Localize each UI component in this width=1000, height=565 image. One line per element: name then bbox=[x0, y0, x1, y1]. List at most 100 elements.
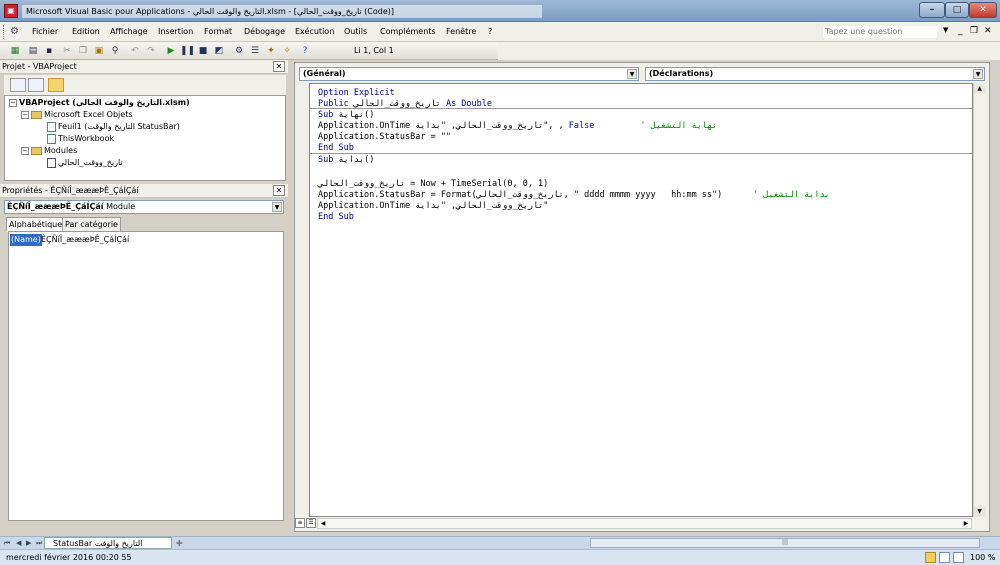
procedure-combo[interactable]: (Déclarations) ▼ bbox=[645, 67, 985, 81]
menu-grip[interactable] bbox=[3, 25, 6, 39]
paste-icon[interactable]: ▣ bbox=[92, 44, 106, 58]
code-line[interactable]: Sub بداية() bbox=[318, 155, 374, 166]
mdi-restore-button[interactable]: ❐ bbox=[970, 25, 978, 37]
sheet-tab[interactable]: StatusBar التاريخ والوقت bbox=[44, 537, 172, 549]
vba-menu-icon[interactable]: ⚙ bbox=[10, 25, 26, 39]
ask-dropdown-icon[interactable]: ▼ bbox=[943, 26, 948, 34]
menu-affichage[interactable]: Affichage bbox=[110, 26, 148, 38]
procedure-view-button[interactable]: ≡ bbox=[295, 518, 305, 528]
design-mode-icon[interactable]: ◩ bbox=[212, 44, 226, 58]
mdi-close-button[interactable]: ✕ bbox=[984, 25, 992, 37]
scroll-down-icon[interactable]: ▼ bbox=[974, 506, 985, 517]
chevron-down-icon[interactable]: ▼ bbox=[272, 202, 282, 212]
menu-debogage[interactable]: Débogage bbox=[244, 26, 285, 38]
properties-icon[interactable]: ☰ bbox=[248, 44, 262, 58]
menu-outils[interactable]: Outils bbox=[344, 26, 367, 38]
code-line[interactable]: Application.OnTime تاريخ_ووقت_الحالي, "ب… bbox=[318, 121, 717, 132]
sheet-horizontal-scrollbar[interactable]: ||| bbox=[590, 538, 980, 548]
code-editor[interactable]: Option Explicit Public تاريخ_ووقت_الحالي … bbox=[309, 83, 973, 517]
save-icon[interactable]: ▪ bbox=[42, 44, 56, 58]
project-explorer-icon[interactable]: ⚙ bbox=[232, 44, 246, 58]
find-icon[interactable]: ⚲ bbox=[108, 44, 122, 58]
redo-icon[interactable]: ↷ bbox=[144, 44, 158, 58]
object-selector[interactable]: ÊÇÑíÎ_æææÞÊ_ÇáÍÇáí Module ▼ bbox=[4, 200, 284, 214]
mdi-minimize-button[interactable]: _ bbox=[958, 25, 963, 37]
cut-icon[interactable]: ✂ bbox=[60, 44, 74, 58]
toggle-folders-button[interactable] bbox=[48, 78, 64, 92]
vba-app-icon[interactable]: ▣ bbox=[4, 4, 18, 18]
pause-icon[interactable]: ❚❚ bbox=[180, 44, 195, 58]
chevron-down-icon[interactable]: ▼ bbox=[973, 69, 983, 79]
properties-close-button[interactable]: ✕ bbox=[273, 185, 285, 196]
first-sheet-icon[interactable]: ⏮ bbox=[4, 538, 10, 549]
code-line[interactable]: Application.OnTime تاريخ_ووقت_الحالي, "ب… bbox=[318, 201, 548, 212]
code-line[interactable]: تاريخ_ووقت_الحالي = Now + TimeSerial(0, … bbox=[318, 179, 548, 190]
menu-insertion[interactable]: Insertion bbox=[158, 26, 193, 38]
code-text: تاريخ_ووقت_الحالي bbox=[353, 99, 441, 109]
help-icon[interactable]: ? bbox=[298, 44, 312, 58]
menu-format[interactable]: Format bbox=[204, 26, 232, 38]
page-layout-view-icon[interactable] bbox=[939, 552, 950, 563]
menu-execution[interactable]: Exécution bbox=[295, 26, 334, 38]
tab-par-categorie[interactable]: Par catégorie bbox=[62, 217, 121, 232]
menu-help[interactable]: ? bbox=[488, 26, 492, 38]
run-icon[interactable]: ▶ bbox=[164, 44, 178, 58]
code-line[interactable]: End Sub bbox=[318, 143, 354, 154]
tree-item-module[interactable]: تاريخ_ووقت_الحالي bbox=[47, 157, 123, 169]
menu-complements[interactable]: Compléments bbox=[380, 26, 436, 38]
tab-alphabetique[interactable]: Alphabétique bbox=[6, 217, 66, 232]
prev-sheet-icon[interactable]: ◀ bbox=[16, 538, 21, 549]
full-module-view-button[interactable]: ☰ bbox=[306, 518, 316, 528]
property-row-name[interactable]: (Name) ÊÇÑíÎ_æææÞÊ_ÇáÍÇáí bbox=[9, 234, 283, 246]
collapse-icon[interactable]: − bbox=[21, 110, 29, 119]
menu-fichier[interactable]: Fichier bbox=[32, 26, 58, 38]
scroll-left-icon[interactable]: ◀ bbox=[318, 519, 328, 528]
code-line[interactable]: Sub نهاية() bbox=[318, 110, 374, 121]
tree-item-modules[interactable]: − Modules bbox=[21, 145, 77, 157]
excel-view-icon[interactable]: ▦ bbox=[8, 44, 22, 58]
next-sheet-icon[interactable]: ▶ bbox=[26, 538, 31, 549]
insert-module-icon[interactable]: ▤ bbox=[26, 44, 40, 58]
ask-question-input[interactable]: Tapez une question bbox=[822, 25, 938, 39]
chevron-down-icon[interactable]: ▼ bbox=[627, 69, 637, 79]
menu-bar: ⚙ Fichier Edition Affichage Insertion Fo… bbox=[0, 22, 1000, 42]
minimize-button[interactable]: – bbox=[919, 2, 945, 18]
object-type: Module bbox=[106, 202, 136, 211]
undo-icon[interactable]: ↶ bbox=[128, 44, 142, 58]
property-value[interactable]: ÊÇÑíÎ_æææÞÊ_ÇáÍÇáí bbox=[41, 234, 129, 246]
tree-item-thisworkbook[interactable]: ThisWorkbook bbox=[47, 133, 114, 145]
view-object-button[interactable] bbox=[28, 78, 44, 92]
code-line[interactable]: Application.StatusBar = "" bbox=[318, 132, 451, 143]
toolbox-icon[interactable]: ✧ bbox=[280, 44, 294, 58]
collapse-icon[interactable]: − bbox=[21, 146, 29, 155]
collapse-icon[interactable]: − bbox=[9, 98, 17, 107]
copy-icon[interactable]: ❐ bbox=[76, 44, 90, 58]
code-line[interactable]: Application.StatusBar = Format(تاريخ_ووق… bbox=[318, 190, 830, 201]
page-break-view-icon[interactable] bbox=[953, 552, 964, 563]
vertical-scrollbar[interactable]: ▲ ▼ bbox=[973, 83, 985, 517]
horizontal-scrollbar[interactable]: ◀ ▶ bbox=[317, 518, 972, 529]
code-text: = Now + TimeSerial(0, 0, 1) bbox=[405, 179, 549, 189]
maximize-button[interactable]: □ bbox=[945, 2, 969, 18]
object-combo[interactable]: (Général) ▼ bbox=[299, 67, 639, 81]
menu-fenetre[interactable]: Fenêtre bbox=[446, 26, 476, 38]
tree-item-vbaproject[interactable]: − VBAProject (التاريخ والوقت الحالي.xlsm) bbox=[9, 97, 190, 109]
project-close-button[interactable]: ✕ bbox=[273, 61, 285, 72]
menu-edition[interactable]: Edition bbox=[72, 26, 100, 38]
stop-icon[interactable]: ■ bbox=[196, 44, 210, 58]
zoom-level[interactable]: 100 % bbox=[970, 552, 995, 564]
scroll-right-icon[interactable]: ▶ bbox=[961, 519, 971, 528]
code-line[interactable]: Public تاريخ_ووقت_الحالي As Double bbox=[318, 99, 492, 110]
cursor-position: Li 1, Col 1 bbox=[354, 46, 394, 55]
object-browser-icon[interactable]: ✦ bbox=[264, 44, 278, 58]
view-code-button[interactable] bbox=[10, 78, 26, 92]
code-line[interactable]: Option Explicit bbox=[318, 88, 395, 99]
new-sheet-icon[interactable]: ✚ bbox=[176, 538, 183, 549]
close-button[interactable]: ✕ bbox=[969, 2, 997, 18]
last-sheet-icon[interactable]: ⏭ bbox=[36, 538, 42, 549]
tree-item-excel-objects[interactable]: − Microsoft Excel Objets bbox=[21, 109, 133, 121]
scroll-up-icon[interactable]: ▲ bbox=[974, 83, 985, 94]
normal-view-icon[interactable] bbox=[925, 552, 936, 563]
code-line[interactable]: End Sub bbox=[318, 212, 354, 223]
tree-item-feuil1[interactable]: Feuil1 (التاريخ والوقت StatusBar) bbox=[47, 121, 180, 133]
